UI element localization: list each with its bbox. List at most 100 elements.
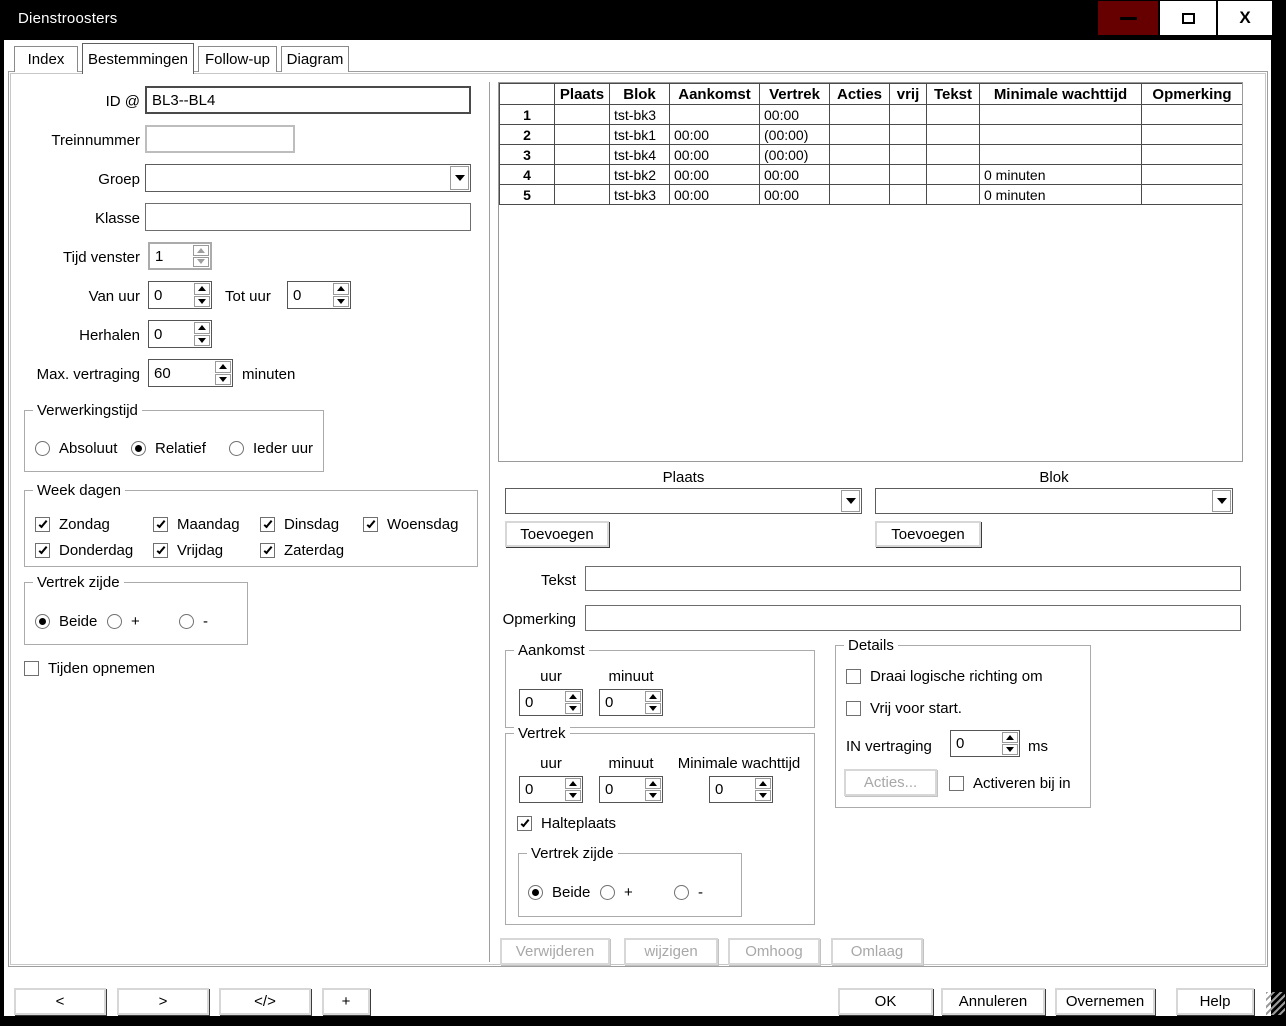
vertrek-uur-spinner[interactable]: 0 xyxy=(519,776,583,803)
tab-index[interactable]: Index xyxy=(14,46,78,72)
help-button[interactable]: Help xyxy=(1176,988,1254,1015)
spin-down-button[interactable] xyxy=(565,790,581,801)
spin-up-button[interactable] xyxy=(333,283,349,295)
klasse-input[interactable] xyxy=(145,203,471,231)
minimize-button[interactable] xyxy=(1098,1,1158,35)
max-vertraging-spinner[interactable]: 60 xyxy=(148,359,233,387)
acties-button[interactable]: Acties... xyxy=(844,769,937,796)
minimale-wachttijd-label: Minimale wachttijd xyxy=(664,754,814,774)
spin-up-button[interactable] xyxy=(755,778,771,789)
spin-up-button[interactable] xyxy=(215,361,231,373)
checkbox-vrij-voor-start[interactable]: Vrij voor start. xyxy=(846,700,962,717)
spin-up-button[interactable] xyxy=(194,322,210,334)
blok-combobox[interactable] xyxy=(875,488,1233,514)
groep-combobox[interactable] xyxy=(145,164,471,192)
spin-down-button[interactable] xyxy=(645,703,661,714)
in-vertraging-spinner[interactable]: 0 xyxy=(950,730,1020,757)
spin-down-button[interactable] xyxy=(565,703,581,714)
checkbox-woensdag[interactable]: Woensdag xyxy=(363,516,458,533)
table-row[interactable]: 4tst-bk200:0000:000 minuten xyxy=(500,165,1243,185)
table-row[interactable]: 5tst-bk300:0000:000 minuten xyxy=(500,185,1243,205)
radio-beide-vertrek[interactable]: Beide xyxy=(528,884,590,901)
table-row[interactable]: 2tst-bk100:00(00:00) xyxy=(500,125,1243,145)
wijzigen-button[interactable]: wijzigen xyxy=(624,938,718,965)
radio-plus-vertrek[interactable]: + xyxy=(600,884,633,901)
add-button[interactable]: + xyxy=(322,988,370,1015)
checkbox-maandag[interactable]: Maandag xyxy=(153,516,240,533)
vertrek-groupbox: Vertrek uur minuut Minimale wachttijd 0 … xyxy=(505,733,815,925)
tijd-venster-spinner[interactable]: 1 xyxy=(148,242,212,270)
checkbox-tijden-opnemen[interactable]: Tijden opnemen xyxy=(24,660,155,677)
checkbox-dinsdag[interactable]: Dinsdag xyxy=(260,516,339,533)
prev-button[interactable]: < xyxy=(14,988,106,1015)
omhoog-button[interactable]: Omhoog xyxy=(728,938,820,965)
tot-uur-spinner[interactable]: 0 xyxy=(287,281,351,309)
spin-up-button[interactable] xyxy=(193,245,209,256)
spin-down-button[interactable] xyxy=(645,790,661,801)
opmerking-input[interactable] xyxy=(585,605,1241,631)
spin-up-button[interactable] xyxy=(565,778,581,789)
in-vertraging-label: IN vertraging xyxy=(846,737,944,757)
table-row[interactable]: 3tst-bk400:00(00:00) xyxy=(500,145,1243,165)
checkbox-zaterdag[interactable]: Zaterdag xyxy=(260,542,344,559)
verwijderen-button[interactable]: Verwijderen xyxy=(500,938,610,965)
spin-up-button[interactable] xyxy=(645,778,661,789)
radio-minus-vertrek[interactable]: - xyxy=(674,884,703,901)
overnemen-button[interactable]: Overnemen xyxy=(1055,988,1155,1015)
tab-bestemmingen[interactable]: Bestemmingen xyxy=(82,43,194,74)
split-button[interactable]: </> xyxy=(219,988,311,1015)
spin-down-button[interactable] xyxy=(1002,744,1018,755)
checkbox-icon xyxy=(24,661,39,676)
plaats-combobox[interactable] xyxy=(505,488,862,514)
omlaag-button[interactable]: Omlaag xyxy=(831,938,923,965)
checkbox-activeren-bij-in[interactable]: Activeren bij in xyxy=(949,775,1071,792)
vertrek-minuut-spinner[interactable]: 0 xyxy=(599,776,663,803)
radio-minus[interactable]: - xyxy=(179,613,208,630)
radio-ieder-uur[interactable]: Ieder uur xyxy=(229,440,313,457)
tab-diagram[interactable]: Diagram xyxy=(281,46,349,72)
close-button[interactable]: X xyxy=(1218,1,1272,35)
plaats-dropdown-button[interactable] xyxy=(841,490,860,512)
blok-toevoegen-button[interactable]: Toevoegen xyxy=(875,521,981,547)
treinnummer-input[interactable] xyxy=(145,125,295,153)
radio-plus[interactable]: + xyxy=(107,613,140,630)
resize-grip[interactable] xyxy=(1266,992,1285,1015)
tekst-input[interactable] xyxy=(585,566,1241,591)
spin-up-icon xyxy=(569,781,577,786)
checkbox-draai-logische-richting[interactable]: Draai logische richting om xyxy=(846,668,1043,685)
table-row[interactable]: 1tst-bk300:00 xyxy=(500,105,1243,125)
bestemmingen-table-container[interactable]: PlaatsBlokAankomstVertrekActiesvrijTekst… xyxy=(498,82,1243,462)
checkbox-halteplaats[interactable]: Halteplaats xyxy=(517,815,616,832)
checkbox-donderdag[interactable]: Donderdag xyxy=(35,542,133,559)
radio-absoluut[interactable]: Absoluut xyxy=(35,440,117,457)
ok-button[interactable]: OK xyxy=(838,988,933,1015)
radio-relatief[interactable]: Relatief xyxy=(131,440,206,457)
blok-dropdown-button[interactable] xyxy=(1212,490,1231,512)
spin-down-button[interactable] xyxy=(755,790,771,801)
groep-dropdown-button[interactable] xyxy=(450,166,469,190)
spin-up-button[interactable] xyxy=(1002,732,1018,743)
herhalen-spinner[interactable]: 0 xyxy=(148,320,212,348)
spin-down-button[interactable] xyxy=(193,257,209,268)
tab-follow-up[interactable]: Follow-up xyxy=(198,46,277,72)
annuleren-button[interactable]: Annuleren xyxy=(941,988,1045,1015)
spin-up-button[interactable] xyxy=(194,283,210,295)
spin-down-button[interactable] xyxy=(215,374,231,386)
aankomst-minuut-spinner[interactable]: 0 xyxy=(599,689,663,716)
checkbox-vrijdag[interactable]: Vrijdag xyxy=(153,542,223,559)
next-button[interactable]: > xyxy=(117,988,209,1015)
van-uur-spinner[interactable]: 0 xyxy=(148,281,212,309)
maximize-button[interactable] xyxy=(1160,1,1216,35)
checkbox-icon xyxy=(35,543,50,558)
aankomst-uur-spinner[interactable]: 0 xyxy=(519,689,583,716)
plaats-toevoegen-button[interactable]: Toevoegen xyxy=(505,521,609,547)
minimale-wachttijd-spinner[interactable]: 0 xyxy=(709,776,773,803)
spin-down-button[interactable] xyxy=(194,335,210,347)
spin-down-button[interactable] xyxy=(194,296,210,308)
id-input[interactable] xyxy=(145,86,471,114)
spin-down-button[interactable] xyxy=(333,296,349,308)
spin-up-button[interactable] xyxy=(565,691,581,702)
checkbox-zondag[interactable]: Zondag xyxy=(35,516,110,533)
radio-beide[interactable]: Beide xyxy=(35,613,97,630)
spin-up-button[interactable] xyxy=(645,691,661,702)
